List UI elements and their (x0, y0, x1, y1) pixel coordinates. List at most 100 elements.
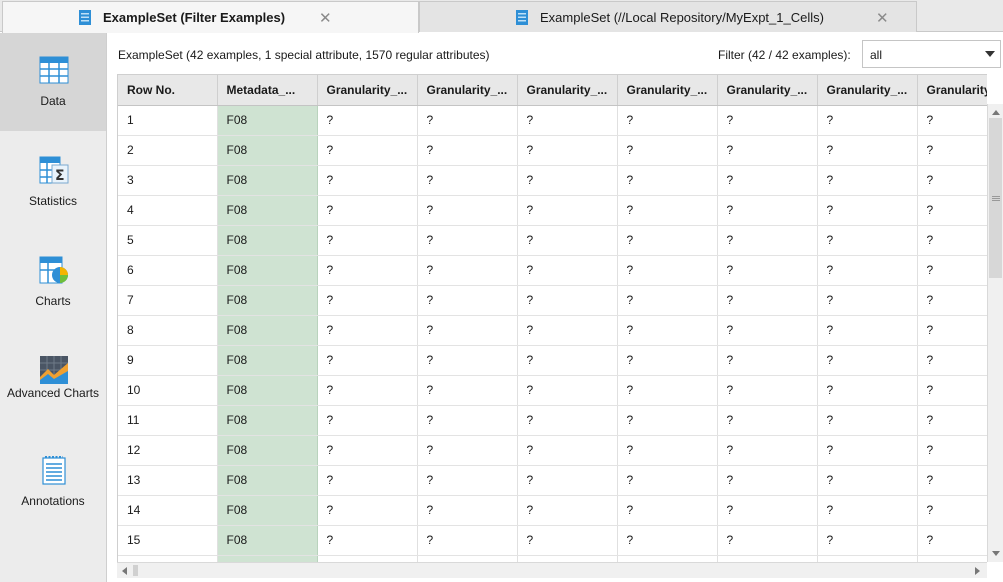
table-cell[interactable]: ? (717, 255, 818, 286)
table-cell[interactable]: ? (817, 195, 918, 226)
column-header-row-no[interactable]: Row No. (118, 75, 218, 106)
table-cell[interactable]: ? (817, 495, 918, 526)
horizontal-scrollbar[interactable] (117, 562, 987, 578)
column-header-granularity[interactable]: Granularity_... (517, 75, 618, 106)
table-cell[interactable]: ? (317, 285, 418, 316)
row-number-cell[interactable]: 8 (118, 315, 218, 346)
chevron-down-icon[interactable] (985, 51, 995, 57)
table-cell[interactable]: ? (517, 375, 618, 406)
table-cell[interactable]: ? (817, 375, 918, 406)
table-cell[interactable]: ? (317, 165, 418, 196)
row-number-cell[interactable]: 10 (118, 375, 218, 406)
table-cell[interactable]: ? (417, 165, 518, 196)
table-row[interactable]: 11 F08??????? (118, 405, 987, 436)
table-cell[interactable]: ? (817, 225, 918, 256)
table-cell[interactable]: ? (817, 135, 918, 166)
metadata-cell[interactable]: F08 (217, 135, 318, 166)
table-cell[interactable]: ? (517, 435, 618, 466)
row-number-cell[interactable]: 9 (118, 345, 218, 376)
metadata-cell[interactable]: F08 (217, 345, 318, 376)
table-cell[interactable]: ? (917, 525, 987, 556)
table-cell[interactable]: ? (317, 465, 418, 496)
table-cell[interactable]: ? (417, 555, 518, 562)
table-cell[interactable]: ? (617, 285, 718, 316)
table-cell[interactable]: ? (717, 285, 818, 316)
table-cell[interactable]: ? (317, 135, 418, 166)
table-cell[interactable]: ? (417, 465, 518, 496)
row-number-cell[interactable]: 2 (118, 135, 218, 166)
table-cell[interactable]: ? (317, 225, 418, 256)
table-cell[interactable]: ? (717, 525, 818, 556)
tab-exampleset-local-repository[interactable]: ExampleSet (//Local Repository/MyExpt_1_… (419, 1, 917, 32)
table-cell[interactable]: ? (917, 495, 987, 526)
table-cell[interactable]: ? (517, 495, 618, 526)
table-cell[interactable]: ? (817, 285, 918, 316)
table-row[interactable]: 2 F08??????? (118, 135, 987, 166)
vertical-scrollbar[interactable] (987, 104, 1003, 562)
table-cell[interactable]: ? (317, 345, 418, 376)
table-cell[interactable]: ? (317, 555, 418, 562)
table-cell[interactable]: ? (317, 255, 418, 286)
table-cell[interactable]: ? (417, 525, 518, 556)
table-cell[interactable]: ? (717, 495, 818, 526)
table-cell[interactable]: ? (417, 375, 518, 406)
table-cell[interactable]: ? (517, 165, 618, 196)
table-cell[interactable]: ? (717, 405, 818, 436)
table-cell[interactable]: ? (617, 165, 718, 196)
table-row[interactable]: 6 F08??????? (118, 255, 987, 286)
table-cell[interactable]: ? (517, 555, 618, 562)
table-row[interactable]: 12 F08??????? (118, 435, 987, 466)
table-row[interactable]: 13 F08??????? (118, 465, 987, 496)
row-number-cell[interactable]: 5 (118, 225, 218, 256)
metadata-cell[interactable]: F08 (217, 405, 318, 436)
table-cell[interactable]: ? (817, 405, 918, 436)
table-cell[interactable]: ? (717, 315, 818, 346)
table-cell[interactable]: ? (717, 195, 818, 226)
table-cell[interactable]: ? (717, 345, 818, 376)
table-cell[interactable]: ? (917, 285, 987, 316)
table-cell[interactable]: ? (717, 105, 818, 136)
table-cell[interactable]: ? (917, 345, 987, 376)
table-cell[interactable]: ? (617, 255, 718, 286)
table-row[interactable]: 15 F08??????? (118, 525, 987, 556)
table-cell[interactable]: ? (717, 435, 818, 466)
table-cell[interactable]: ? (417, 405, 518, 436)
column-header-metadata[interactable]: Metadata_... (217, 75, 318, 106)
table-cell[interactable]: ? (817, 555, 918, 562)
row-number-cell[interactable]: 11 (118, 405, 218, 436)
sidebar-item-advanced-charts[interactable]: Advanced Charts (0, 333, 106, 431)
metadata-cell[interactable]: F08 (217, 165, 318, 196)
close-icon[interactable]: ✕ (876, 9, 889, 27)
table-cell[interactable]: ? (917, 225, 987, 256)
metadata-cell[interactable]: F08 (217, 225, 318, 256)
table-row[interactable]: 16F08??????? (118, 555, 987, 562)
row-number-cell[interactable]: 6 (118, 255, 218, 286)
table-cell[interactable]: ? (917, 555, 987, 562)
table-cell[interactable]: ? (917, 195, 987, 226)
table-cell[interactable]: ? (317, 495, 418, 526)
row-number-cell[interactable]: 14 (118, 495, 218, 526)
row-number-cell[interactable]: 4 (118, 195, 218, 226)
metadata-cell[interactable]: F08 (217, 495, 318, 526)
sidebar-item-statistics[interactable]: Σ Statistics (0, 133, 106, 231)
column-header-granularity[interactable]: Granularity_... (417, 75, 518, 106)
column-header-granularity[interactable]: Granularity_... (317, 75, 418, 106)
table-cell[interactable]: ? (617, 315, 718, 346)
table-cell[interactable]: ? (417, 495, 518, 526)
table-row[interactable]: 4 F08??????? (118, 195, 987, 226)
row-number-cell[interactable]: 12 (118, 435, 218, 466)
table-cell[interactable]: ? (717, 555, 818, 562)
tab-exampleset-filter-examples[interactable]: ExampleSet (Filter Examples) ✕ (2, 1, 419, 33)
table-cell[interactable]: ? (517, 405, 618, 436)
scroll-left-arrow-icon[interactable] (122, 567, 127, 575)
table-cell[interactable]: ? (617, 345, 718, 376)
table-cell[interactable]: ? (517, 225, 618, 256)
table-row[interactable]: 7 F08??????? (118, 285, 987, 316)
table-cell[interactable]: ? (717, 375, 818, 406)
sidebar-item-data[interactable]: Data (0, 33, 106, 131)
metadata-cell[interactable]: F08 (217, 195, 318, 226)
table-cell[interactable]: ? (917, 255, 987, 286)
sidebar-item-annotations[interactable]: Annotations (0, 433, 106, 531)
table-cell[interactable]: ? (617, 225, 718, 256)
scroll-up-arrow-icon[interactable] (992, 110, 1000, 115)
